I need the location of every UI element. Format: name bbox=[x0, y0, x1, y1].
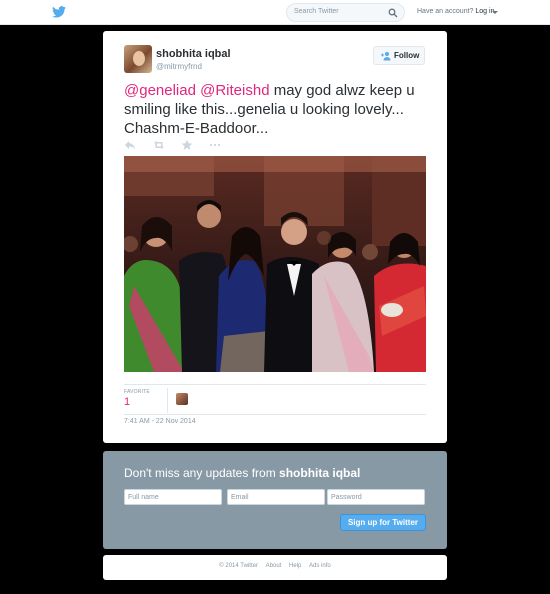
signup-title-prefix: Don't miss any updates from bbox=[124, 466, 280, 480]
favoriter-avatar[interactable] bbox=[176, 393, 188, 405]
tweet-card: shobhita iqbal @mitrmyfrnd Follow @genel… bbox=[103, 31, 447, 443]
follow-button[interactable]: Follow bbox=[373, 46, 425, 65]
signup-panel: Don't miss any updates from shobhita iqb… bbox=[103, 451, 447, 549]
fullname-field[interactable]: Full name bbox=[124, 489, 222, 505]
twitter-bird-icon[interactable] bbox=[52, 6, 66, 18]
favorite-label: FAVORITE bbox=[124, 389, 150, 395]
search-placeholder: Search Twitter bbox=[294, 8, 339, 15]
signup-button[interactable]: Sign up for Twitter bbox=[340, 514, 426, 531]
search-input[interactable]: Search Twitter bbox=[286, 3, 405, 22]
footer: © 2014 Twitter About Help Ads info bbox=[103, 555, 447, 580]
top-bar: Search Twitter Have an account? Log in bbox=[0, 0, 550, 25]
email-field[interactable]: Email bbox=[227, 489, 325, 505]
tweet-text: @geneliad @Riteishd may god alwz keep u … bbox=[124, 81, 429, 138]
mention-link[interactable]: @Riteishd bbox=[200, 82, 269, 99]
retweet-icon[interactable] bbox=[153, 139, 165, 151]
signup-title: Don't miss any updates from shobhita iqb… bbox=[124, 466, 360, 480]
star-icon[interactable] bbox=[181, 139, 193, 151]
footer-help-link[interactable]: Help bbox=[289, 563, 301, 569]
account-prompt-text: Have an account? bbox=[417, 8, 474, 15]
avatar[interactable] bbox=[124, 45, 152, 73]
avatar-face bbox=[133, 51, 145, 66]
account-prompt: Have an account? Log in bbox=[417, 8, 494, 15]
more-icon[interactable] bbox=[209, 139, 221, 151]
footer-ads-info-link[interactable]: Ads info bbox=[309, 563, 331, 569]
follow-label: Follow bbox=[394, 51, 420, 60]
signup-title-name: shobhita iqbal bbox=[279, 466, 361, 480]
group-photo-illustration bbox=[124, 156, 426, 372]
reply-icon[interactable] bbox=[124, 139, 136, 151]
add-user-icon bbox=[381, 52, 391, 61]
author-handle[interactable]: @mitrmyfrnd bbox=[156, 62, 202, 71]
search-icon[interactable] bbox=[388, 8, 398, 18]
footer-about-link[interactable]: About bbox=[266, 563, 282, 569]
mention-link[interactable]: @geneliad bbox=[124, 82, 196, 99]
password-field[interactable]: Password bbox=[327, 489, 425, 505]
tweet-timestamp[interactable]: 7:41 AM - 22 Nov 2014 bbox=[124, 418, 196, 425]
footer-copyright[interactable]: © 2014 Twitter bbox=[219, 563, 258, 569]
tweet-photo[interactable] bbox=[124, 156, 426, 372]
tweet-stats: FAVORITE 1 bbox=[124, 384, 426, 415]
chevron-down-icon[interactable] bbox=[492, 11, 498, 14]
favorite-count[interactable]: 1 bbox=[124, 396, 130, 408]
stats-divider bbox=[167, 388, 168, 413]
author-name[interactable]: shobhita iqbal bbox=[156, 48, 231, 60]
